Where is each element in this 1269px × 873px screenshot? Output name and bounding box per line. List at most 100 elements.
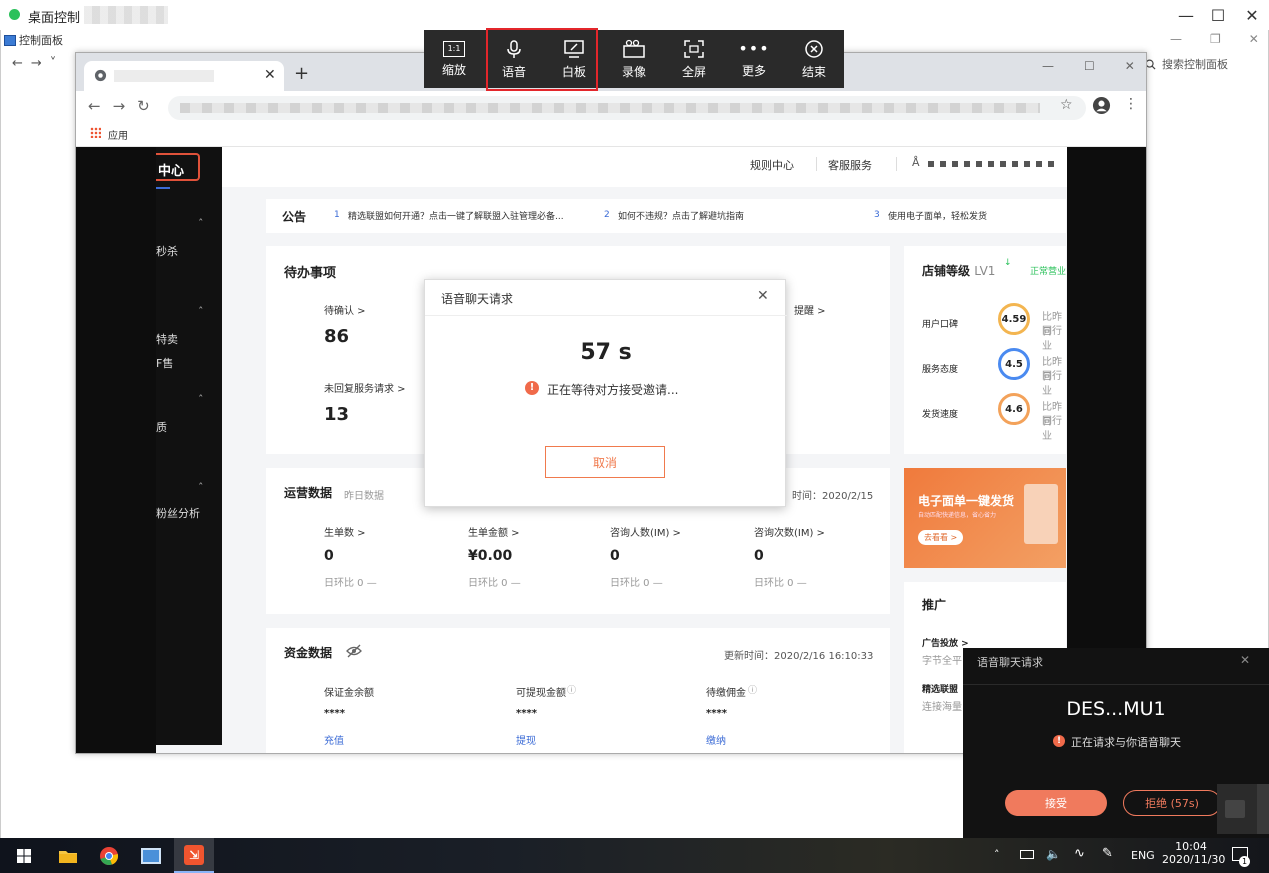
control-panel-taskbar-button[interactable] <box>131 838 171 873</box>
todo-label[interactable]: 未回复服务请求 > <box>324 380 406 395</box>
promo-item-title[interactable]: 精选联盟 <box>922 682 958 695</box>
dialog-close-icon[interactable]: ✕ <box>757 288 769 304</box>
network-icon[interactable]: ∿ <box>1074 846 1085 861</box>
notice-label: 公告 <box>282 210 307 224</box>
user-icon[interactable]: Å <box>912 156 920 169</box>
popup-message: 正在请求与你语音聊天 <box>1071 736 1181 749</box>
ops-metric-label[interactable]: 生单金额 > <box>468 524 520 539</box>
clock-time: 10:04 <box>1175 840 1207 853</box>
sidebar-item[interactable]: 特卖 <box>156 331 178 347</box>
folder-icon <box>59 850 77 863</box>
metric-score-ring: 4.5 <box>998 348 1030 380</box>
help-icon[interactable]: ⓘ <box>748 683 757 696</box>
metric-label: 服务态度 <box>922 365 959 375</box>
chrome-maximize-icon[interactable]: ☐ <box>1084 59 1095 73</box>
chevron-up-icon[interactable]: ˆ <box>198 393 204 406</box>
ops-metric-change: 日环比 0 — <box>754 578 807 589</box>
notice-bar: 公告 1 精选联盟如何开通？点击一键了解联盟入驻管理必备... 2 如何不违规？… <box>266 199 1066 233</box>
control-panel-search[interactable]: 搜索控制面板 <box>1140 52 1268 76</box>
reject-button[interactable]: 拒绝 (57s) <box>1123 790 1221 816</box>
omnibar: ← → ↻ ☆ ⋮ <box>76 91 1146 123</box>
battery-icon[interactable] <box>1020 850 1034 859</box>
chrome-taskbar-button[interactable] <box>89 838 129 873</box>
sidebar-item[interactable]: F售 <box>156 355 173 371</box>
maximize-button[interactable]: ☐ <box>1204 4 1232 26</box>
ops-metric-label[interactable]: 咨询次数(IM) > <box>754 524 825 539</box>
pen-icon[interactable]: ✎ <box>1102 846 1113 861</box>
cp-minimize-icon[interactable]: — <box>1170 32 1182 46</box>
sidebar: 中心 ˆ 秒杀 ˆ 特卖 F售 ˆ 质 ˆ 粉丝分析 <box>156 147 222 745</box>
chevron-up-icon[interactable]: ˆ <box>198 481 204 494</box>
promo-item-title[interactable]: 广告投放 > <box>922 636 969 649</box>
sidebar-item[interactable]: 秒杀 <box>156 243 178 259</box>
todo-value[interactable]: 86 <box>324 326 349 347</box>
warning-icon: ! <box>525 381 539 395</box>
minimize-button[interactable]: — <box>1172 4 1200 26</box>
chevron-up-icon[interactable]: ˆ <box>198 305 204 318</box>
tab-close-icon[interactable]: ✕ <box>264 67 276 83</box>
collapse-icon[interactable] <box>1225 800 1245 818</box>
apps-grid-icon[interactable] <box>90 127 101 138</box>
bookmarks-bar: 应用 <box>76 123 1146 147</box>
rules-center-link[interactable]: 规则中心 <box>750 157 794 173</box>
chrome-close-icon[interactable]: ✕ <box>1125 59 1135 73</box>
sidebar-active-item[interactable]: 中心 <box>156 153 200 181</box>
bookmark-apps[interactable]: 应用 <box>108 127 128 142</box>
notice-item[interactable]: 精选联盟如何开通？点击一键了解联盟入驻管理必备... <box>348 209 564 222</box>
start-button[interactable] <box>4 838 44 873</box>
metric-label: 用户口碑 <box>922 320 959 330</box>
todo-value[interactable]: 13 <box>324 404 349 425</box>
cp-restore-icon[interactable]: ❐ <box>1210 32 1221 46</box>
ops-metric-label[interactable]: 生单数 > <box>324 524 366 539</box>
cancel-button[interactable]: 取消 <box>545 446 665 478</box>
zoom-button[interactable]: 1:1 缩放 <box>424 30 484 88</box>
notice-item[interactable]: 使用电子面单，轻松发货 <box>888 209 987 222</box>
cp-close-icon[interactable]: ✕ <box>1249 32 1259 46</box>
todo-label[interactable]: 提醒 > <box>794 302 826 317</box>
record-button[interactable]: 录像 <box>604 30 664 88</box>
end-button[interactable]: 结束 <box>784 30 844 88</box>
withdraw-link[interactable]: 提现 <box>516 732 536 747</box>
metric-compare: 同行业 <box>1042 326 1062 352</box>
eye-hidden-icon[interactable] <box>346 644 362 658</box>
star-icon[interactable]: ☆ <box>1060 97 1073 113</box>
browser-tab[interactable]: ✕ <box>84 61 284 91</box>
language-indicator[interactable]: ENG <box>1131 849 1155 862</box>
close-window-button[interactable]: ✕ <box>1238 4 1266 26</box>
todo-label[interactable]: 待确认 > <box>324 302 366 317</box>
profile-avatar-icon[interactable] <box>1092 96 1111 115</box>
notice-item[interactable]: 如何不违规？点击了解避坑指南 <box>618 209 744 222</box>
forward-icon[interactable]: → <box>113 97 126 115</box>
popup-close-icon[interactable]: ✕ <box>1240 653 1250 667</box>
new-tab-button[interactable]: + <box>294 63 309 84</box>
chevron-up-icon[interactable]: ˆ <box>198 217 204 230</box>
back-icon[interactable]: ← <box>88 97 101 115</box>
file-explorer-button[interactable] <box>48 838 88 873</box>
notice-num: 3 <box>874 210 880 220</box>
nav-arrows[interactable]: ←→˅ <box>12 56 64 71</box>
sidebar-item[interactable]: 粉丝分析 <box>156 505 200 521</box>
fullscreen-button[interactable]: 全屏 <box>664 30 724 88</box>
more-button[interactable]: ••• 更多 <box>724 30 784 88</box>
e-waybill-banner[interactable]: 电子面单一键发货 自动匹配快递信息，省心省力 去看看 > <box>904 468 1066 568</box>
help-icon[interactable]: ⓘ <box>567 683 576 696</box>
ops-metric-value: 0 <box>754 548 764 564</box>
address-bar[interactable] <box>168 96 1086 120</box>
banner-button[interactable]: 去看看 > <box>918 530 964 545</box>
pay-link[interactable]: 缴纳 <box>706 732 726 747</box>
voice-chat-dialog: 语音聊天请求 ✕ 57 s ! 正在等待对方接受邀请... 取消 <box>424 279 787 507</box>
accept-button[interactable]: 接受 <box>1005 790 1107 816</box>
clock[interactable]: 10:04 2020/11/30 <box>1162 840 1225 866</box>
tray-chevron-icon[interactable]: ˄ <box>994 848 1000 861</box>
reload-icon[interactable]: ↻ <box>137 97 150 115</box>
customer-service-link[interactable]: 客服服务 <box>828 157 872 173</box>
scroll-strip[interactable] <box>1257 784 1269 834</box>
ops-metric-change: 日环比 0 — <box>610 578 663 589</box>
recharge-link[interactable]: 充值 <box>324 732 344 747</box>
ops-metric-label[interactable]: 咨询人数(IM) > <box>610 524 681 539</box>
sidebar-item[interactable]: 质 <box>156 419 167 435</box>
volume-muted-icon[interactable]: 🔈 <box>1046 847 1061 861</box>
menu-kebab-icon[interactable]: ⋮ <box>1124 96 1138 112</box>
chrome-minimize-icon[interactable]: — <box>1042 59 1054 73</box>
remote-app-taskbar-button[interactable]: ⇲ <box>174 838 214 873</box>
